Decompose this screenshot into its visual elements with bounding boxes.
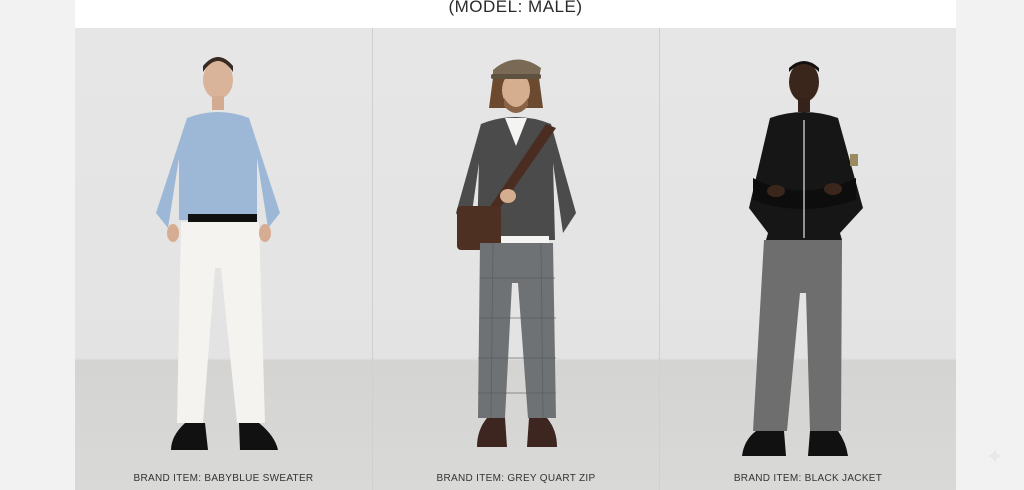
sparkle-icon: ✦ (985, 444, 1004, 469)
lookbook-sheet: (MODEL: MALE) BRAND ITEM: BABYBLUE SWEAT… (75, 0, 956, 490)
model-photo-grey-quart-zip (456, 59, 576, 447)
look-caption: BRAND ITEM: BLACK JACKET (733, 473, 883, 484)
model-photo-black-jacket (742, 61, 863, 456)
model-photo-babyblue-sweater (156, 57, 280, 450)
look-card-babyblue-sweater[interactable]: BRAND ITEM: BABYBLUE SWEATER (75, 28, 373, 490)
looks-grid: BRAND ITEM: BABYBLUE SWEATER BRAND ITEM:… (75, 28, 956, 490)
page-title: (MODEL: MALE) (448, 0, 583, 16)
look-card-grey-quart-zip[interactable]: BRAND ITEM: GREY QUART ZIP (373, 28, 660, 490)
look-card-black-jacket[interactable]: BRAND ITEM: BLACK JACKET (660, 28, 956, 490)
look-caption: BRAND ITEM: BABYBLUE SWEATER (133, 473, 314, 484)
look-caption: BRAND ITEM: GREY QUART ZIP (436, 473, 596, 484)
